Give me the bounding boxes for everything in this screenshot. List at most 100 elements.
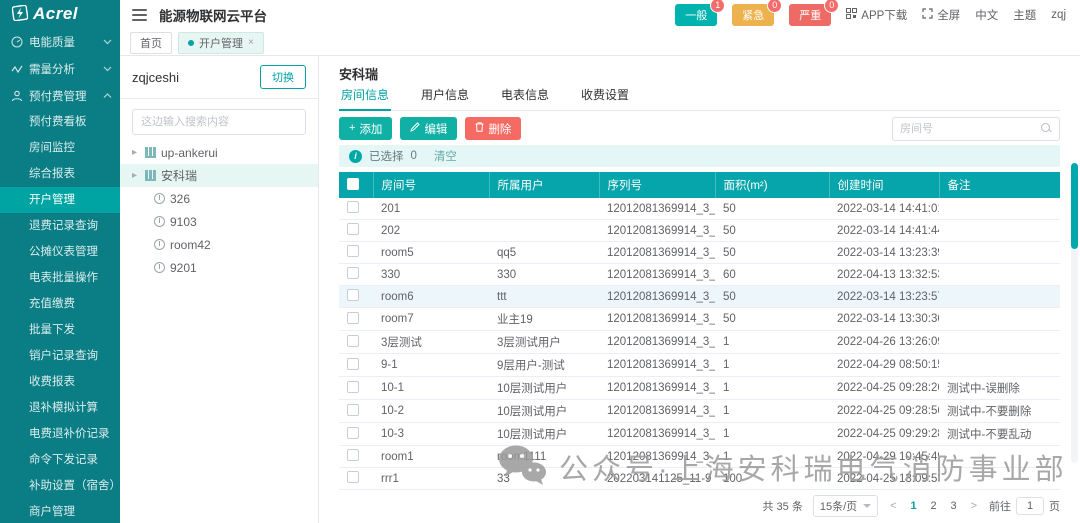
search-icon[interactable] bbox=[1041, 123, 1052, 134]
table-row[interactable]: 3层测试3层测试用户12012081369914_3_3612022-04-26… bbox=[339, 331, 1060, 354]
caret-right-icon[interactable]: ▸ bbox=[132, 147, 140, 158]
table-cell: 60 bbox=[715, 264, 829, 286]
table-row[interactable]: room5qq512012081369914_3_13502022-03-14 … bbox=[339, 242, 1060, 264]
fullscreen-button[interactable]: 全屏 bbox=[922, 7, 960, 23]
table-row[interactable]: rrr133202203141125_11-91002022-04-25 13:… bbox=[339, 468, 1060, 490]
row-checkbox[interactable] bbox=[347, 358, 359, 370]
sidebar-item-房间监控[interactable]: 房间监控 bbox=[0, 135, 120, 161]
close-icon[interactable]: × bbox=[248, 37, 254, 48]
table-scrollbar-track[interactable] bbox=[1071, 163, 1078, 463]
tab-meter-info[interactable]: 电表信息 bbox=[499, 81, 551, 110]
tree-node-安科瑞[interactable]: ▸安科瑞 bbox=[120, 164, 318, 187]
sidebar-item-批量下发[interactable]: 批量下发 bbox=[0, 317, 120, 343]
sidebar-section-demand-analysis[interactable]: 需量分析 bbox=[0, 55, 120, 82]
sidebar-item-收费报表[interactable]: 收费报表 bbox=[0, 369, 120, 395]
page-button-2[interactable]: 2 bbox=[929, 500, 939, 512]
breadcrumb-tab-active[interactable]: 开户管理 × bbox=[178, 32, 264, 54]
sidebar-item-退补模拟计算[interactable]: 退补模拟计算 bbox=[0, 395, 120, 421]
table-row[interactable]: 20212012081369914_3_21502022-03-14 14:41… bbox=[339, 220, 1060, 242]
sidebar-item-销户记录查询[interactable]: 销户记录查询 bbox=[0, 343, 120, 369]
tab-fee-settings[interactable]: 收费设置 bbox=[579, 81, 631, 110]
tree-node-9103[interactable]: 9103 bbox=[120, 210, 318, 233]
alarm-badge-urgent[interactable]: 紧急 0 bbox=[732, 4, 774, 26]
clear-selection-link[interactable]: 清空 bbox=[434, 148, 457, 164]
sidebar-item-退费记录查询[interactable]: 退费记录查询 bbox=[0, 213, 120, 239]
page-button-1[interactable]: 1 bbox=[909, 500, 919, 512]
app-download-link[interactable]: APP下载 bbox=[846, 7, 907, 23]
tree-node-room42[interactable]: room42 bbox=[120, 233, 318, 256]
sidebar-item-命令下发记录[interactable]: 命令下发记录 bbox=[0, 447, 120, 473]
row-checkbox-cell bbox=[339, 400, 373, 423]
table-row[interactable]: room7业主1912012081369914_3_19502022-03-14… bbox=[339, 308, 1060, 331]
prev-page-button[interactable]: < bbox=[888, 500, 898, 512]
table-cell: 50 bbox=[715, 220, 829, 242]
sidebar-item-商户管理[interactable]: 商户管理 bbox=[0, 499, 120, 523]
table-cell: 10层测试用户 bbox=[489, 377, 599, 400]
table-row[interactable]: 20112012081369914_3_20502022-03-14 14:41… bbox=[339, 198, 1060, 220]
fullscreen-icon bbox=[922, 8, 933, 22]
table-row[interactable]: room1room111112012081369914_3_112022-04-… bbox=[339, 446, 1060, 468]
edit-button[interactable]: 编辑 bbox=[400, 117, 457, 140]
page-size-select[interactable]: 15条/页 bbox=[813, 495, 878, 517]
table-cell: 10-3 bbox=[373, 423, 489, 446]
table-row[interactable]: 10-110层测试用户12012081369914_3_3312022-04-2… bbox=[339, 377, 1060, 400]
sidebar-item-充值缴费[interactable]: 充值缴费 bbox=[0, 291, 120, 317]
row-checkbox[interactable] bbox=[347, 223, 359, 235]
goto-page-input[interactable] bbox=[1016, 497, 1044, 515]
sidebar-item-补助设置（宿舍）[interactable]: 补助设置（宿舍） bbox=[0, 473, 120, 499]
tree-node-9201[interactable]: 9201 bbox=[120, 256, 318, 279]
tree-search-input[interactable] bbox=[132, 109, 306, 135]
sidebar-item-综合报表[interactable]: 综合报表 bbox=[0, 161, 120, 187]
row-checkbox[interactable] bbox=[347, 404, 359, 416]
sidebar-item-开户管理[interactable]: 开户管理 bbox=[0, 187, 120, 213]
switch-button[interactable]: 切换 bbox=[260, 65, 306, 89]
delete-button[interactable]: 删除 bbox=[465, 117, 521, 140]
row-checkbox[interactable] bbox=[347, 267, 359, 279]
row-checkbox[interactable] bbox=[347, 335, 359, 347]
table-cell bbox=[939, 198, 1060, 220]
tab-room-info[interactable]: 房间信息 bbox=[339, 81, 391, 111]
next-page-button[interactable]: > bbox=[969, 500, 979, 512]
row-checkbox[interactable] bbox=[347, 289, 359, 301]
tab-user-info[interactable]: 用户信息 bbox=[419, 81, 471, 110]
table-row[interactable]: 10-210层测试用户12012081369914_3_3412022-04-2… bbox=[339, 400, 1060, 423]
tree-node-326[interactable]: 326 bbox=[120, 187, 318, 210]
sidebar-item-电费退补价记录[interactable]: 电费退补价记录 bbox=[0, 421, 120, 447]
theme-switch[interactable]: 主题 bbox=[1013, 7, 1036, 23]
table-row[interactable]: room6ttt12012081369914_3_16502022-03-14 … bbox=[339, 286, 1060, 308]
row-checkbox[interactable] bbox=[347, 471, 359, 483]
row-checkbox[interactable] bbox=[347, 449, 359, 461]
room-search-input[interactable] bbox=[900, 123, 1037, 135]
alarm-badge-critical[interactable]: 严重 0 bbox=[789, 4, 831, 26]
select-all-checkbox[interactable] bbox=[347, 178, 359, 190]
language-switch[interactable]: 中文 bbox=[975, 7, 998, 23]
add-button[interactable]: + 添加 bbox=[339, 117, 392, 140]
sidebar-section-power-quality[interactable]: 电能质量 bbox=[0, 28, 120, 55]
table-row[interactable]: 9-19层用户-测试12012081369914_3_2912022-04-29… bbox=[339, 354, 1060, 377]
row-checkbox[interactable] bbox=[347, 201, 359, 213]
collapse-menu-icon[interactable] bbox=[132, 9, 147, 21]
table-scrollbar-thumb[interactable] bbox=[1071, 163, 1078, 249]
table-cell: 2022-04-25 09:28:26 bbox=[829, 377, 939, 400]
table-cell: 330 bbox=[373, 264, 489, 286]
user-menu[interactable]: zqj bbox=[1051, 9, 1066, 21]
row-checkbox[interactable] bbox=[347, 245, 359, 257]
row-checkbox[interactable] bbox=[347, 381, 359, 393]
table-row[interactable]: 33033012012081369914_3_30602022-04-13 13… bbox=[339, 264, 1060, 286]
sidebar-section-prepaid-management[interactable]: 预付费管理 bbox=[0, 82, 120, 109]
table-row[interactable]: 10-310层测试用户12012081369914_3_3512022-04-2… bbox=[339, 423, 1060, 446]
alarm-count-badge: 0 bbox=[767, 0, 782, 13]
row-checkbox[interactable] bbox=[347, 427, 359, 439]
sidebar-item-电表批量操作[interactable]: 电表批量操作 bbox=[0, 265, 120, 291]
alarm-badge-normal[interactable]: 一般 1 bbox=[675, 4, 717, 26]
page-button-3[interactable]: 3 bbox=[949, 500, 959, 512]
caret-right-icon[interactable]: ▸ bbox=[132, 170, 140, 181]
tree-node-up-ankerui[interactable]: ▸up-ankerui bbox=[120, 141, 318, 164]
row-checkbox[interactable] bbox=[347, 312, 359, 324]
sidebar-item-预付费看板[interactable]: 预付费看板 bbox=[0, 109, 120, 135]
sidebar-item-公摊仪表管理[interactable]: 公摊仪表管理 bbox=[0, 239, 120, 265]
app-logo[interactable]: Acrel bbox=[0, 0, 120, 28]
breadcrumb-tab-home[interactable]: 首页 bbox=[130, 32, 172, 54]
row-checkbox-cell bbox=[339, 468, 373, 490]
table-cell: 12012081369914_3_20 bbox=[599, 198, 715, 220]
